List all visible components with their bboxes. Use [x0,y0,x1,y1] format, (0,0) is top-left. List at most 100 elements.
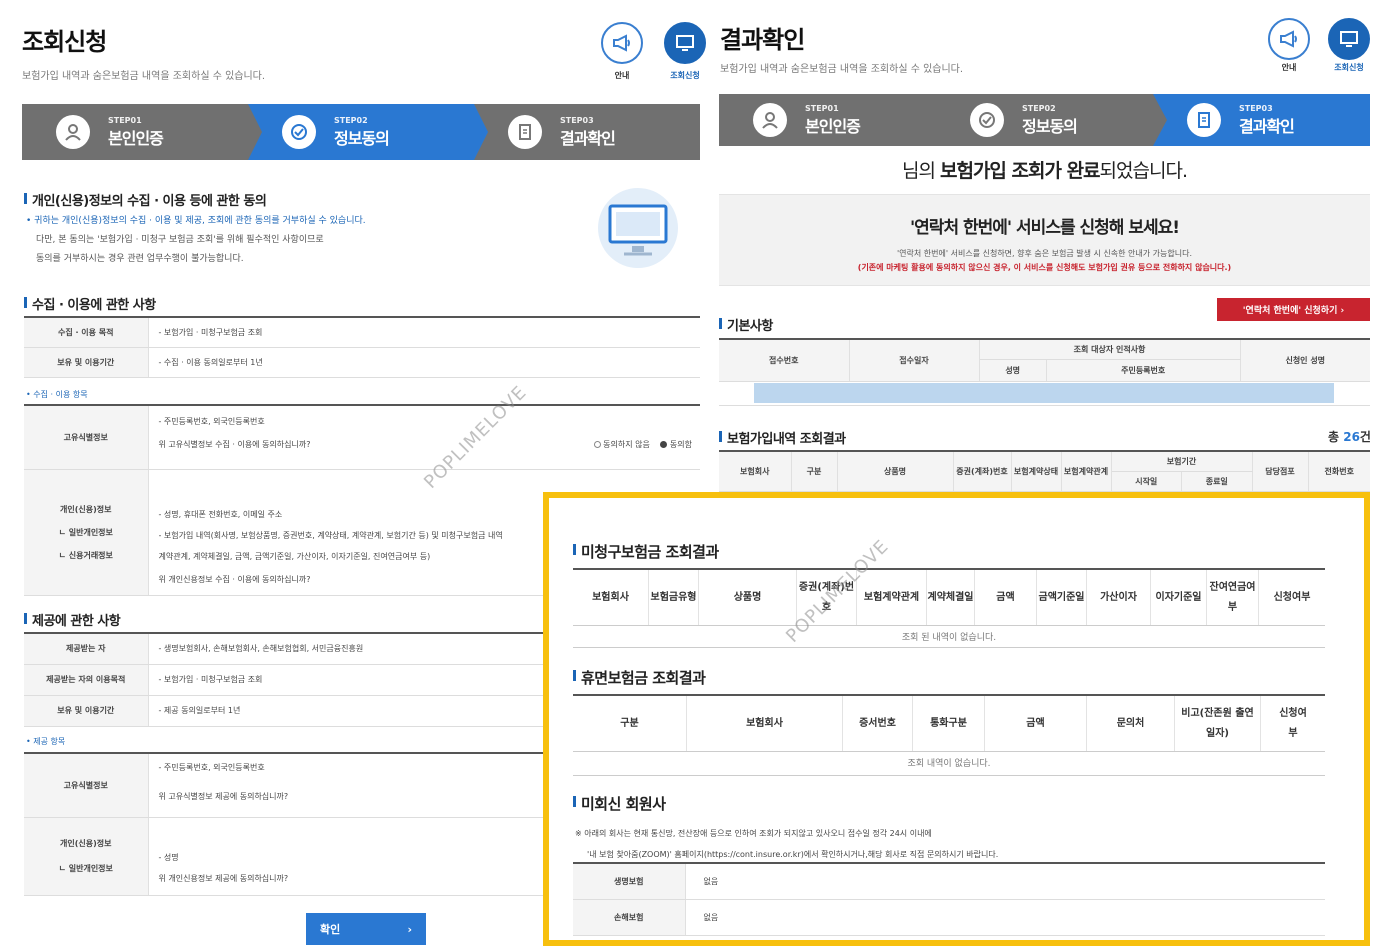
dormant-header-note: 비고(잔존원 출연일자) [1175,696,1261,751]
personal-label-1: 개인(신용)정보 [60,504,112,514]
dormant-header-category: 구분 [573,696,687,751]
right-step-2: STEP02 정보동의 [936,94,1167,146]
provide-items-subhead: • 제공 항목 [26,737,66,746]
collect-table: 수집 · 이용 목적 - 보험가입 · 미청구보험금 조회 보유 및 이용기간 - … [24,316,700,378]
join-header-type: 구분 [791,451,838,492]
document-icon [508,115,542,149]
right-guide-button-label: 안내 [1281,63,1297,72]
nonmember-row-1-label: 생명보험 [573,863,686,900]
right-step-1: STEP01 본인인증 [719,94,950,146]
unclaimed-header-contract-date: 계약체결일 [927,570,975,625]
join-total-post: 건 [1359,430,1371,444]
agree-radio[interactable] [660,441,668,448]
disagree-radio[interactable] [593,441,601,448]
right-step-2-name: 정보동의 [1022,116,1078,136]
basic-header-receipt-date: 접수일자 [849,339,980,382]
left-step-bar: STEP01 본인인증 STEP02 정보동의 STEP03 결과확인 [22,104,700,160]
unclaimed-empty-row: 조회 된 내역이 없습니다. [573,630,1325,648]
disagree-label: 동의하지 않음 [603,440,650,449]
inquiry-button[interactable] [664,22,706,64]
unclaimed-header-row: 보험회사 보험금유형 상품명 증권(계좌)번호 보험계약관계 계약체결일 금액 … [573,568,1325,626]
complete-message-post: 되었습니다. [1099,160,1188,182]
dormant-section-title: 휴면보험금 조회결과 [573,667,706,688]
collect-row-2-label: 보유 및 이용기간 [24,347,149,378]
user-icon [56,115,90,149]
complete-message-pre: 님의 [901,160,940,182]
step-1: STEP01 본인인증 [22,104,262,160]
unclaimed-header-apply: 신청여부 [1273,591,1311,603]
join-header-phone: 전화번호 [1308,451,1370,492]
nonmember-row-2-value: 없음 [685,899,1325,936]
unclaimed-header-interest-date: 이자기준일 [1151,570,1207,625]
step-2-name: 정보동의 [334,128,390,148]
personal-label-2: ㄴ 일반개인정보 [58,527,113,537]
step-1-name: 본인인증 [108,128,164,148]
join-header-status: 보험계약상태 [1011,451,1062,492]
provide-row-2-label: 제공받는 자의 이용목적 [24,664,149,696]
dormant-header-apply: 신청여부 [1279,707,1307,739]
provide-personal-question: 위 개인신용정보 제공에 동의하십니까? [158,873,289,883]
megaphone-icon [1280,30,1297,48]
collect-row-2-value: - 수집 · 이용 동의일로부터 1년 [148,347,700,378]
join-header-product: 상품명 [837,451,954,492]
join-total: 총 26건 [1328,428,1371,445]
check-circle-icon [970,103,1004,137]
provide-row-1-label: 제공받는 자 [24,633,149,665]
contact-apply-button[interactable]: '연락처 한번에' 신청하기 › [1217,298,1370,321]
left-page-subtitle: 보험가입 내역과 숨은보험금 내역을 조회하실 수 있습니다. [22,71,266,82]
join-total-count: 26 [1343,430,1360,444]
left-page-title: 조회신청 [22,28,107,56]
nonmember-row-2-label: 손해보험 [573,899,686,936]
unclaimed-header-amount-date: 금액기준일 [1037,570,1087,625]
check-circle-icon [282,115,316,149]
right-step-bar: STEP01 본인인증 STEP02 정보동의 STEP03 결과확인 [719,94,1370,146]
provide-personal-label-2: ㄴ 일반개인정보 [58,864,113,873]
notice-title: '연락처 한번에' 서비스를 신청해 보세요! [909,218,1180,238]
step-3-name: 결과확인 [560,128,616,148]
contact-notice-box: '연락처 한번에' 서비스를 신청해 보세요! '연락처 한번에' 서비스를 신… [719,194,1370,286]
right-guide-button[interactable] [1268,18,1310,60]
collect-items-subhead: • 수집 · 이용 항목 [26,390,88,399]
collect-row-1-value: - 보험가입 · 미청구보험금 조회 [148,317,700,348]
consent-line-3: 동의를 거부하시는 경우 관련 업무수행이 불가능합니다. [36,254,244,264]
chevron-right-icon: › [407,922,412,936]
complete-message: 님의 보험가입 조회가 완료되었습니다. [719,156,1370,183]
consent-section-title: 개인(신용)정보의 수집 · 이용 등에 관한 동의 [24,190,267,209]
dormant-header-currency: 통화구분 [913,696,985,751]
basic-header-applicant: 신청인 성명 [1240,339,1370,382]
join-header-relation: 보험계약관계 [1061,451,1112,492]
agree-label: 동의함 [669,440,692,449]
provide-unique-id-label: 고유식별정보 [24,753,149,818]
confirm-button[interactable]: 확인 › [306,913,426,945]
right-step-1-name: 본인인증 [805,116,861,136]
guide-button[interactable] [601,22,643,64]
right-inquiry-button[interactable] [1328,18,1370,60]
right-step-3: STEP03 결과확인 [1153,94,1370,146]
unique-id-question: 위 고유식별정보 수집 · 이용에 동의하십니까? [158,440,311,449]
document-icon [1187,103,1221,137]
join-header-end: 종료일 [1181,471,1253,492]
join-section-title: 보험가입내역 조회결과 [719,428,846,447]
right-step-3-no: STEP03 [1239,103,1273,113]
unclaimed-header-type: 보험금유형 [649,570,699,625]
dormant-empty-row: 조회 내역이 없습니다. [573,756,1325,776]
nonmember-row-1-value: 없음 [685,863,1325,900]
right-inquiry-button-label: 조회신청 [1334,63,1364,72]
provide-row-3-label: 보유 및 이용기간 [24,695,149,727]
provide-items-table: 고유식별정보 - 주민등록번호, 외국인등록번호 위 고유식별정보 제공에 동의… [24,752,544,896]
join-header-start: 시작일 [1111,471,1182,492]
provide-section-title: 제공에 관한 사항 [24,610,121,629]
collect-section-title: 수집 · 이용에 관한 사항 [24,294,156,313]
consent-line-2: 다만, 본 동의는 '보험가입 · 미청구 보험금 조회'를 위해 필수적인 사… [36,235,324,245]
join-header-branch: 담당점포 [1252,451,1309,492]
monitor-icon [676,35,694,51]
provide-personal-label-1: 개인(신용)정보 [60,839,112,848]
consent-line-1: • 귀하는 개인(신용)정보의 수집 · 이용 및 제공, 조회에 관한 동의를… [26,216,366,226]
basic-header-name: 성명 [979,359,1047,382]
right-page-title: 결과확인 [720,26,805,54]
basic-table: 접수번호 접수일자 조회 대상자 인적사항 신청인 성명 성명 주민등록번호 [719,338,1370,406]
step-3: STEP03 결과확인 [474,104,700,160]
unclaimed-section-title: 미청구보험금 조회결과 [573,541,719,562]
step-1-no: STEP01 [108,115,142,125]
basic-header-receipt-no: 접수번호 [719,339,850,382]
